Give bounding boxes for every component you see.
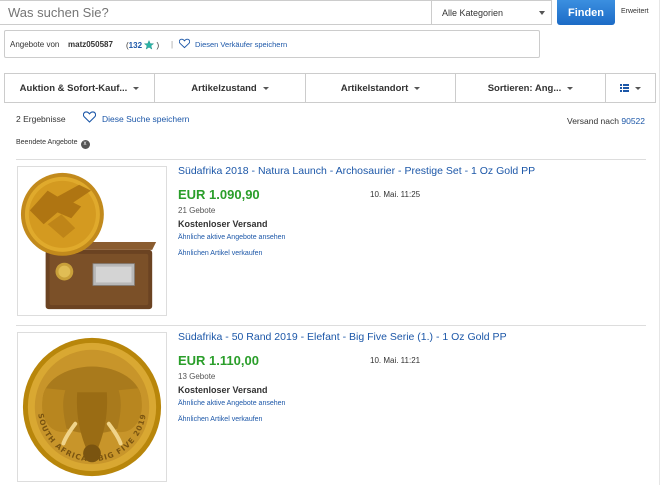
- filter-auction-type[interactable]: Auktion & Sofort-Kauf...: [5, 74, 155, 102]
- seller-score: (132 ): [126, 40, 159, 50]
- chevron-down-icon: [414, 86, 421, 90]
- sell-similar-link[interactable]: Ähnlichen Artikel verkaufen: [178, 416, 262, 423]
- listing-price: EUR 1.110,00: [178, 353, 259, 368]
- advanced-search-link[interactable]: Erweitert: [621, 8, 649, 15]
- listing-title-link[interactable]: Südafrika - 50 Rand 2019 - Elefant - Big…: [178, 331, 507, 343]
- score-value[interactable]: 132: [129, 41, 142, 50]
- view-toggle[interactable]: [606, 74, 655, 102]
- heart-icon[interactable]: [83, 111, 96, 123]
- list-view-icon: [620, 84, 629, 92]
- listing-end-time: 10. Mai. 11:25: [370, 190, 421, 199]
- filter-label: Artikelstandort: [340, 82, 409, 94]
- save-search-link[interactable]: Diese Suche speichern: [102, 114, 189, 124]
- seller-label: Angebote von: [10, 40, 60, 49]
- ship-to-zip[interactable]: 90522: [621, 116, 645, 126]
- separator: |: [171, 40, 174, 49]
- results-count: 2 Ergebnisse: [16, 114, 66, 124]
- filter-sort[interactable]: Sortieren: Ang...: [456, 74, 606, 102]
- listing-price: EUR 1.090,90: [178, 187, 260, 202]
- seller-name[interactable]: matz050587: [68, 40, 113, 49]
- filter-label: Auktion & Sofort-Kauf...: [19, 82, 128, 94]
- listing-bids: 13 Gebote: [178, 372, 216, 381]
- list-item: Südafrika 2018 - Natura Launch - Archosa…: [0, 158, 660, 318]
- chevron-down-icon: [262, 86, 269, 90]
- listing-bids: 21 Gebote: [178, 206, 216, 215]
- category-select[interactable]: Alle Kategorien: [432, 0, 552, 25]
- filter-bar: Auktion & Sofort-Kauf... Artikelzustand …: [4, 73, 656, 103]
- similar-listings-link[interactable]: Ähnliche aktive Angebote ansehen: [178, 234, 285, 241]
- listing-shipping: Kostenloser Versand: [178, 219, 268, 229]
- search-input[interactable]: [0, 0, 432, 25]
- listing-shipping: Kostenloser Versand: [178, 385, 268, 395]
- filter-label: Sortieren: Ang...: [487, 82, 562, 94]
- filter-label: Artikelzustand: [191, 82, 257, 94]
- ship-to-label: Versand nach: [567, 116, 619, 126]
- listing-image[interactable]: SOUTH AFRICA · BIG FIVE 2019: [17, 332, 167, 482]
- listing-image[interactable]: [17, 166, 167, 316]
- listing-title-link[interactable]: Südafrika 2018 - Natura Launch - Archosa…: [178, 165, 535, 177]
- chevron-down-icon: [133, 86, 140, 90]
- save-seller-link[interactable]: Diesen Verkäufer speichern: [195, 40, 287, 49]
- star-icon: [144, 40, 155, 50]
- remove-chip-icon[interactable]: x: [80, 140, 90, 149]
- chevron-down-icon: [539, 11, 545, 15]
- ship-to: Versand nach 90522: [567, 116, 645, 126]
- listing-end-time: 10. Mai. 11:21: [370, 356, 421, 365]
- list-item: SOUTH AFRICA · BIG FIVE 2019 Südafrika -…: [0, 324, 660, 484]
- filter-chip-ended: Beendete Angebote x: [16, 139, 90, 149]
- chevron-down-icon: [567, 86, 574, 90]
- chip-label: Beendete Angebote: [16, 139, 78, 146]
- gold-elephant-coin-icon: SOUTH AFRICA · BIG FIVE 2019: [18, 333, 166, 481]
- category-select-label: Alle Kategorien: [442, 8, 504, 18]
- heart-icon[interactable]: [179, 38, 190, 49]
- similar-listings-link[interactable]: Ähnliche aktive Angebote ansehen: [178, 400, 285, 407]
- filter-condition[interactable]: Artikelzustand: [155, 74, 306, 102]
- gold-coin-box-set-icon: [18, 167, 166, 315]
- score-close-paren: ): [156, 41, 160, 50]
- seller-bar: Angebote von matz050587 (132 ) | Diesen …: [4, 30, 540, 58]
- find-button[interactable]: Finden: [557, 0, 615, 25]
- chevron-down-icon: [635, 86, 641, 90]
- filter-location[interactable]: Artikelstandort: [306, 74, 456, 102]
- sell-similar-link[interactable]: Ähnlichen Artikel verkaufen: [178, 250, 262, 257]
